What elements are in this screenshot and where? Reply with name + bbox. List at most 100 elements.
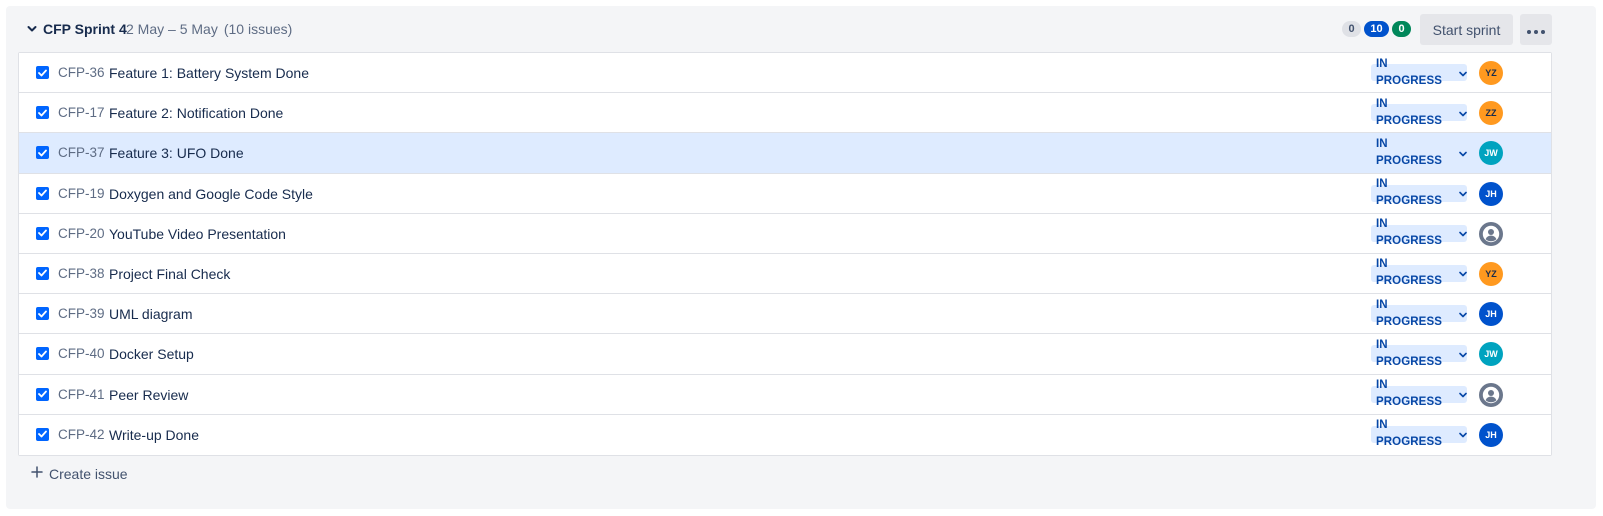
chevron-down-icon: [1459, 144, 1467, 162]
sprint-header: CFP Sprint 4 2 May – 5 May (10 issues) 0 …: [6, 6, 1596, 52]
more-actions-button[interactable]: [1520, 14, 1552, 45]
status-dropdown[interactable]: IN PROGRESS: [1371, 339, 1467, 368]
story-type-icon: [36, 66, 49, 79]
status-label: IN PROGRESS: [1376, 258, 1442, 288]
chevron-down-icon: [1459, 264, 1467, 282]
create-issue-label: Create issue: [49, 466, 128, 482]
issue-summary[interactable]: Doxygen and Google Code Style: [109, 186, 313, 202]
assignee-avatar[interactable]: JH: [1479, 422, 1503, 447]
issue-row[interactable]: CFP-40 Docker Setup IN PROGRESS JW: [19, 334, 1551, 375]
issue-summary[interactable]: Feature 3: UFO Done: [109, 145, 244, 161]
status-dropdown[interactable]: IN PROGRESS: [1371, 258, 1467, 287]
story-type-icon: [36, 146, 49, 160]
issue-key[interactable]: CFP-19: [58, 186, 105, 202]
issue-summary[interactable]: Project Final Check: [109, 266, 230, 282]
status-dropdown[interactable]: IN PROGRESS: [1371, 218, 1467, 247]
issue-key[interactable]: CFP-17: [58, 105, 105, 121]
create-issue-button[interactable]: Create issue: [31, 465, 128, 483]
chevron-down-icon: [1459, 305, 1467, 323]
status-label: IN PROGRESS: [1376, 298, 1442, 328]
assignee-avatar[interactable]: YZ: [1479, 61, 1503, 85]
issue-summary[interactable]: Write-up Done: [109, 427, 199, 443]
status-dropdown[interactable]: IN PROGRESS: [1371, 419, 1467, 448]
status-label: IN PROGRESS: [1376, 338, 1442, 368]
status-label: IN PROGRESS: [1376, 218, 1442, 248]
issue-row[interactable]: CFP-19 Doxygen and Google Code Style IN PR…: [19, 173, 1551, 214]
issue-key[interactable]: CFP-36: [58, 65, 105, 81]
sprint-panel: CFP Sprint 4 2 May – 5 May (10 issues) 0 …: [6, 6, 1596, 509]
chevron-down-icon: [1459, 224, 1467, 242]
issue-summary[interactable]: UML diagram: [109, 306, 193, 322]
story-type-icon: [36, 387, 49, 401]
issue-key[interactable]: CFP-41: [58, 387, 105, 403]
issue-key[interactable]: CFP-37: [58, 145, 105, 161]
issue-key[interactable]: CFP-38: [58, 266, 105, 282]
assignee-avatar[interactable]: ZZ: [1479, 101, 1503, 126]
status-dropdown[interactable]: IN PROGRESS: [1371, 138, 1467, 167]
assignee-avatar[interactable]: [1479, 221, 1503, 246]
in-progress-count-badge: 10: [1364, 21, 1389, 37]
status-label: IN PROGRESS: [1376, 419, 1442, 449]
status-dropdown[interactable]: IN PROGRESS: [1371, 379, 1467, 408]
issue-row[interactable]: CFP-39 UML diagram IN PROGRESS JH: [19, 294, 1551, 335]
assignee-avatar[interactable]: JH: [1479, 302, 1503, 327]
story-type-icon: [36, 427, 49, 441]
more-horizontal-icon: [1527, 22, 1545, 37]
sprint-dates: 2 May – 5 May: [126, 21, 218, 37]
issue-row[interactable]: CFP-37 Feature 3: UFO Done IN PROGRESS JW: [19, 133, 1551, 174]
sprint-meta: 2 May – 5 May (10 issues): [126, 21, 298, 38]
status-label: IN PROGRESS: [1376, 379, 1442, 408]
assignee-avatar[interactable]: JH: [1479, 181, 1503, 206]
sprint-issue-count: (10 issues): [223, 21, 293, 37]
issue-status-counts: 0 10 0: [1342, 21, 1411, 37]
issue-summary[interactable]: YouTube Video Presentation: [109, 226, 286, 242]
issue-row[interactable]: CFP-38 Project Final Check IN PROGRESS YZ: [19, 253, 1551, 295]
issue-row[interactable]: CFP-17 Feature 2: Notification Done IN PRO…: [19, 93, 1551, 134]
chevron-down-icon[interactable]: [26, 23, 38, 35]
todo-count-badge: 0: [1342, 21, 1361, 37]
chevron-down-icon: [1459, 184, 1467, 202]
story-type-icon: [36, 307, 49, 321]
issue-summary[interactable]: Docker Setup: [109, 346, 194, 362]
issue-key[interactable]: CFP-42: [58, 427, 105, 443]
story-type-icon: [36, 347, 49, 361]
issue-row[interactable]: CFP-42 Write-up Done IN PROGRESS JH: [19, 414, 1551, 455]
plus-icon: [31, 465, 43, 483]
status-label: IN PROGRESS: [1376, 57, 1442, 87]
issue-list: CFP-36 Feature 1: Battery System Done IN P…: [18, 52, 1552, 456]
story-type-icon: [36, 266, 49, 280]
issue-summary[interactable]: Feature 1: Battery System Done: [109, 65, 309, 81]
done-count-badge: 0: [1392, 21, 1411, 37]
story-type-icon: [36, 226, 49, 240]
status-dropdown[interactable]: IN PROGRESS: [1371, 178, 1467, 207]
unassigned-user-icon: [1479, 386, 1503, 404]
status-label: IN PROGRESS: [1376, 137, 1442, 167]
chevron-down-icon: [1459, 64, 1467, 82]
assignee-avatar[interactable]: [1479, 382, 1503, 407]
assignee-avatar[interactable]: YZ: [1479, 261, 1503, 286]
status-label: IN PROGRESS: [1376, 178, 1442, 208]
sprint-title[interactable]: CFP Sprint 4: [43, 21, 127, 38]
status-label: IN PROGRESS: [1376, 97, 1442, 127]
issue-row[interactable]: CFP-20 YouTube Video Presentation IN PROGR…: [19, 213, 1551, 254]
start-sprint-button[interactable]: Start sprint: [1420, 14, 1513, 45]
assignee-avatar[interactable]: JW: [1479, 141, 1503, 166]
status-dropdown[interactable]: IN PROGRESS: [1371, 98, 1467, 127]
issue-key[interactable]: CFP-39: [58, 306, 105, 322]
chevron-down-icon: [1459, 385, 1467, 403]
issue-summary[interactable]: Peer Review: [109, 387, 188, 403]
status-dropdown[interactable]: IN PROGRESS: [1371, 299, 1467, 328]
assignee-avatar[interactable]: JW: [1479, 342, 1503, 367]
issue-row[interactable]: CFP-36 Feature 1: Battery System Done IN P…: [19, 53, 1551, 94]
story-type-icon: [36, 186, 49, 200]
issue-row[interactable]: CFP-41 Peer Review IN PROGRESS: [19, 374, 1551, 415]
chevron-down-icon: [1459, 104, 1467, 122]
issue-key[interactable]: CFP-40: [58, 346, 105, 362]
issue-summary[interactable]: Feature 2: Notification Done: [109, 105, 283, 121]
chevron-down-icon: [1459, 425, 1467, 443]
chevron-down-icon: [1459, 345, 1467, 363]
unassigned-user-icon: [1479, 225, 1503, 243]
issue-key[interactable]: CFP-20: [58, 226, 105, 242]
status-dropdown[interactable]: IN PROGRESS: [1371, 58, 1467, 87]
story-type-icon: [36, 106, 49, 120]
